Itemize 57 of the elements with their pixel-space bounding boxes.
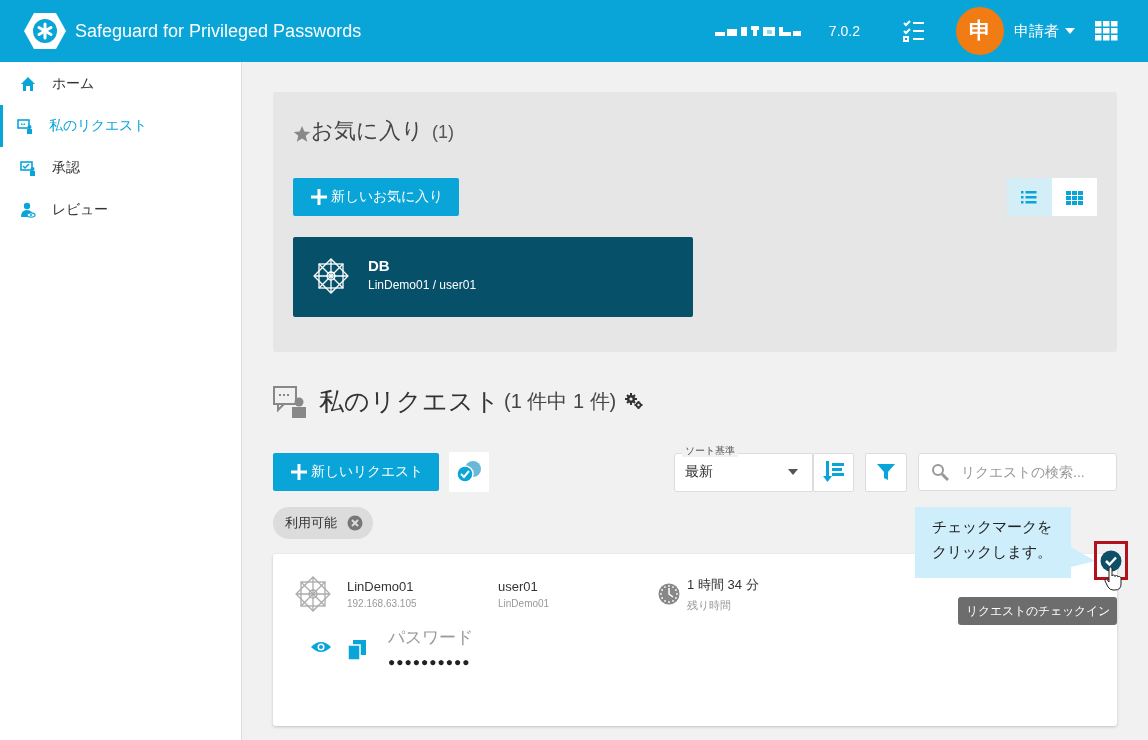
favorite-card[interactable]: DB LinDemo01 / user01 xyxy=(293,237,693,317)
apps-grid-icon[interactable] xyxy=(1095,21,1118,41)
account-name: user01 xyxy=(498,579,539,594)
count-label: (1 件中 1 件) xyxy=(504,388,617,414)
section-title: お気に入り xyxy=(311,117,424,145)
sort-order-button[interactable] xyxy=(813,452,854,492)
sort-icon xyxy=(822,461,845,483)
check-circles-icon xyxy=(455,460,483,484)
check-in-icon[interactable] xyxy=(1100,550,1122,572)
clock-icon xyxy=(658,583,680,605)
caret-icon xyxy=(1065,28,1075,34)
callout-text: クリックします。 xyxy=(932,542,1053,561)
search-icon xyxy=(931,463,949,481)
asset-name: LinDemo01 xyxy=(347,579,415,594)
account-asset: LinDemo01 xyxy=(498,598,551,609)
view-toggle-button[interactable] xyxy=(1007,178,1052,216)
request-icon xyxy=(17,118,33,134)
sidebar-item[interactable]: ホーム xyxy=(0,63,241,105)
favorite-detail: LinDemo01 / user01 xyxy=(368,277,477,292)
tooltip: リクエストのチェックイン xyxy=(958,597,1117,625)
remove-icon[interactable] xyxy=(347,515,363,531)
asset-logo-icon xyxy=(293,574,333,614)
section-title: 私のリクエスト xyxy=(319,385,500,417)
filter-chip[interactable]: 利用可能 xyxy=(273,507,373,539)
caret-icon xyxy=(788,469,798,475)
review-icon xyxy=(20,202,36,218)
view-toggle-button[interactable] xyxy=(1052,178,1097,216)
list-view-icon xyxy=(1021,189,1038,205)
search-field[interactable]: リクエストの検索... xyxy=(918,453,1117,491)
copy-icon[interactable] xyxy=(348,640,366,660)
plus-icon xyxy=(311,189,327,205)
home-icon xyxy=(20,76,36,92)
approve-icon xyxy=(20,160,36,176)
check-in-all-button[interactable] xyxy=(449,452,489,492)
sort-label: ソート基準 xyxy=(682,444,738,457)
request-icon xyxy=(273,384,307,418)
grid-view-icon xyxy=(1066,189,1083,205)
time-remaining-label: 残り時間 xyxy=(687,597,732,613)
settings-icon[interactable] xyxy=(624,392,645,410)
star-icon xyxy=(293,125,311,143)
asset-address: 192.168.63.105 xyxy=(347,598,418,609)
password-value: ●●●●●●●●●● xyxy=(388,655,472,669)
sidebar-item[interactable]: 承認 xyxy=(0,147,241,189)
checklist-icon[interactable] xyxy=(902,19,926,43)
favorite-name: DB xyxy=(368,256,391,274)
sidebar-item[interactable]: レビュー xyxy=(0,189,241,231)
password-label: パスワード xyxy=(388,627,473,649)
eye-icon[interactable] xyxy=(310,640,332,654)
time-remaining: 1 時間 34 分 xyxy=(687,575,759,594)
plus-icon xyxy=(291,464,307,480)
count-label: (1) xyxy=(432,122,454,143)
app-title: Safeguard for Privileged Passwords xyxy=(75,20,362,42)
filter-icon xyxy=(877,463,895,481)
logo-icon xyxy=(23,11,67,51)
filter-button[interactable] xyxy=(865,452,907,492)
callout-text: チェックマークを xyxy=(932,517,1053,536)
version-label: 7.0.2 xyxy=(828,23,860,39)
